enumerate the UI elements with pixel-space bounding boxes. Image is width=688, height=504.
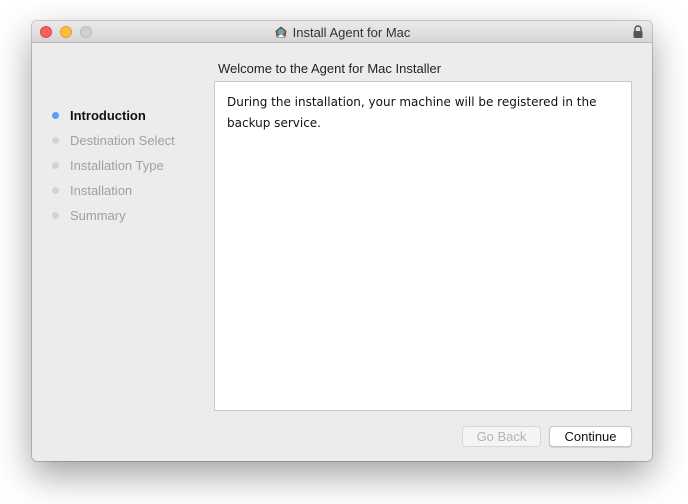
step-label: Summary: [70, 208, 126, 223]
introduction-text: During the installation, your machine wi…: [227, 95, 597, 130]
step-indicator-dot: [52, 162, 59, 169]
step-item: Installation: [52, 178, 222, 203]
step-label: Destination Select: [70, 133, 175, 148]
step-indicator-dot: [52, 187, 59, 194]
step-label: Installation: [70, 183, 133, 198]
step-indicator-dot: [52, 212, 59, 219]
go-back-button[interactable]: Go Back: [462, 426, 541, 447]
title-bar[interactable]: Install Agent for Mac: [32, 21, 652, 43]
lock-icon: [633, 25, 643, 38]
step-item: Installation Type: [52, 153, 222, 178]
continue-button[interactable]: Continue: [549, 426, 632, 447]
step-item: Summary: [52, 203, 222, 228]
installer-app-icon: [275, 26, 287, 38]
installer-window: Install Agent for Mac Welcome to the Age…: [32, 21, 652, 461]
step-indicator-dot: [52, 112, 59, 119]
step-item: Introduction: [52, 103, 222, 128]
step-indicator-dot: [52, 137, 59, 144]
step-label: Installation Type: [70, 158, 164, 173]
content-panel: During the installation, your machine wi…: [214, 81, 632, 411]
window-title: Install Agent for Mac: [292, 24, 411, 40]
step-label: Introduction: [70, 108, 146, 123]
window-title-group: Install Agent for Mac: [32, 21, 652, 43]
page-heading: Welcome to the Agent for Mac Installer: [218, 61, 442, 76]
step-list: Introduction Destination Select Installa…: [52, 103, 222, 228]
step-item: Destination Select: [52, 128, 222, 153]
